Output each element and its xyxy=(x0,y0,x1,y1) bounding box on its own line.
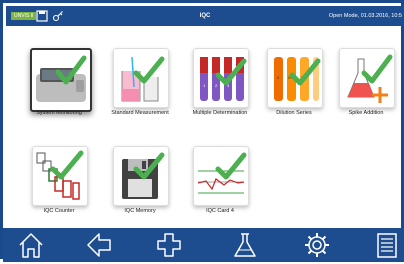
tile-label: Spike Addition xyxy=(348,110,384,116)
standard-measurement-image xyxy=(113,48,169,108)
tile-iqc-card-4[interactable]: IQC Card 4 xyxy=(183,146,257,234)
tile-system-monitoring[interactable]: System Monitoring xyxy=(22,48,96,136)
control-chart-icon xyxy=(197,152,247,194)
bottom-nav xyxy=(3,228,404,262)
tile-iqc-memory[interactable]: IQC Memory xyxy=(103,146,177,234)
back-icon xyxy=(87,233,111,257)
tile-label: IQC Card 4 xyxy=(206,208,234,214)
tile-label: System Monitoring xyxy=(36,110,82,116)
spike-addition-image xyxy=(339,48,395,108)
dilution-tubes-icon: 1 1+1 1+n xyxy=(274,57,321,101)
dilution-series-image: 1 1+1 1+n xyxy=(267,48,323,108)
home-button[interactable] xyxy=(17,231,45,259)
tile-dilution-series[interactable]: 1 1+1 1+n Dilution Series xyxy=(257,48,331,136)
list-icon xyxy=(377,233,397,258)
home-icon xyxy=(19,233,43,258)
app-frame: UNVIS II IQC Open Mode, 01.03.2016, 10:5… xyxy=(0,0,404,262)
status-text: Open Mode, 01.03.2016, 10:5 xyxy=(328,13,402,19)
flask-icon xyxy=(234,233,256,257)
tile-iqc-counter[interactable]: IQC Counter xyxy=(22,146,96,234)
beakers-icon xyxy=(121,56,165,102)
flask-button[interactable] xyxy=(231,231,259,259)
counter-icon xyxy=(36,150,84,200)
iqc-memory-image xyxy=(113,146,169,206)
tile-spike-addition[interactable]: Spike Addition xyxy=(329,48,403,136)
add-icon xyxy=(157,233,181,257)
settings-icon xyxy=(305,233,329,257)
back-button[interactable] xyxy=(85,231,113,259)
add-button[interactable] xyxy=(155,231,183,259)
tile-label: IQC Counter xyxy=(43,208,75,214)
test-tubes-icon: 1 2 3 xyxy=(200,57,247,101)
floppy-disk-icon xyxy=(122,152,165,199)
tube-label: 1 xyxy=(277,76,279,80)
settings-button[interactable] xyxy=(303,231,331,259)
tile-label: Multiple Determination xyxy=(192,110,248,116)
multiple-determination-image: 1 2 3 xyxy=(193,48,249,108)
flask-plus-icon xyxy=(347,54,393,103)
top-bar: UNVIS II IQC Open Mode, 01.03.2016, 10:5 xyxy=(6,6,404,26)
list-button[interactable] xyxy=(373,231,401,259)
instrument-icon xyxy=(36,55,87,102)
tile-multiple-determination[interactable]: 1 2 3 Multiple Determination xyxy=(183,48,257,136)
iqc-counter-image xyxy=(32,146,88,206)
tile-label: Dilution Series xyxy=(276,110,312,116)
iqc-card-image xyxy=(193,146,249,206)
tile-standard-measurement[interactable]: Standard Measurement xyxy=(103,48,177,136)
system-monitoring-image xyxy=(30,48,92,112)
tile-label: IQC Memory xyxy=(124,208,156,214)
tile-label: Standard Measurement xyxy=(111,110,169,116)
